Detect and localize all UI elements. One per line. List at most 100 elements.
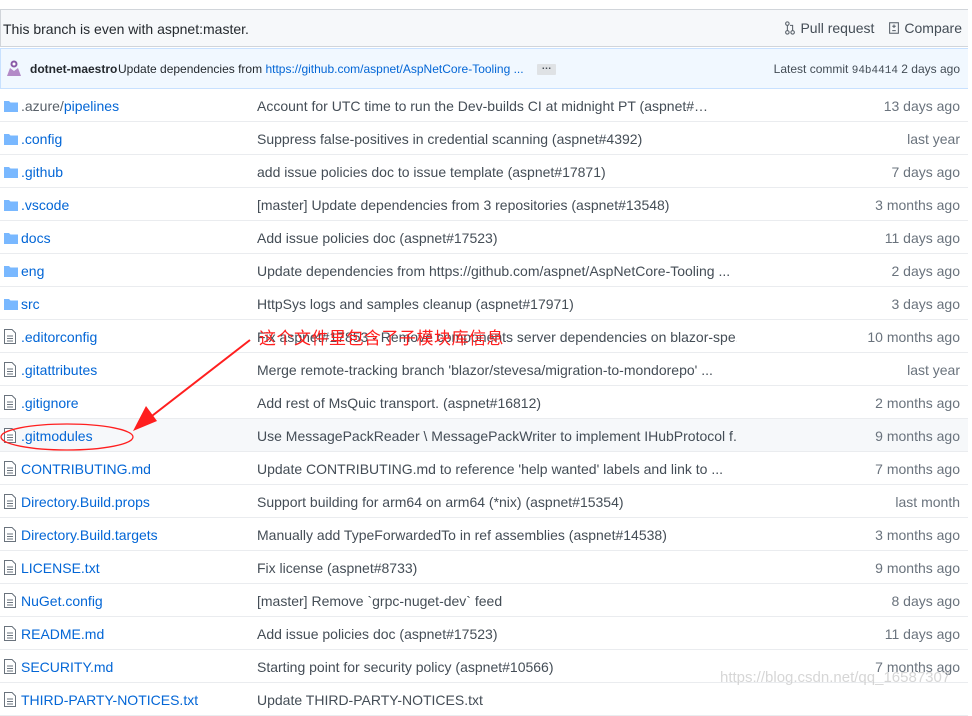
file-name-link[interactable]: README.md [21, 626, 104, 642]
file-name[interactable]: .gitmodules [21, 428, 93, 444]
file-name-link[interactable]: NuGet.config [21, 593, 103, 609]
file-name-link[interactable]: src [21, 296, 40, 312]
file-commit-message[interactable]: Use MessagePackReader \ MessagePackWrite… [257, 428, 737, 444]
file-row[interactable]: .gitmodules Use MessagePackReader \ Messa… [0, 419, 968, 452]
file-name-link[interactable]: .github [21, 164, 63, 180]
file-name-link[interactable]: .azure/pipelines [21, 98, 119, 114]
file-name-link[interactable]: THIRD-PARTY-NOTICES.txt [21, 692, 198, 708]
file-commit-message[interactable]: Suppress false-positives in credential s… [257, 131, 642, 147]
file-row[interactable]: .editorconfig Fix aspnet#17853 - Remove c… [0, 320, 968, 353]
file-row[interactable]: CONTRIBUTING.md Update CONTRIBUTING.md to… [0, 452, 968, 485]
folder-icon [4, 200, 18, 211]
file-name[interactable]: .vscode [21, 197, 69, 213]
file-commit-message[interactable]: Merge remote-tracking branch 'blazor/ste… [257, 362, 713, 378]
file-commit-message[interactable]: Support building for arm64 on arm64 (*ni… [257, 494, 624, 510]
latest-commit-bar: dotnet-maestro Update dependencies from … [0, 48, 968, 89]
file-row[interactable]: .vscode [master] Update dependencies from… [0, 188, 968, 221]
file-name-sub[interactable]: pipelines [64, 98, 119, 114]
file-commit-message[interactable]: [master] Update dependencies from 3 repo… [257, 197, 669, 213]
pull-request-button[interactable]: Pull request [784, 20, 874, 36]
file-name[interactable]: docs [21, 230, 51, 246]
file-name[interactable]: README.md [21, 626, 104, 642]
file-commit-age: 2 months ago [875, 395, 960, 411]
file-commit-message[interactable]: HttpSys logs and samples cleanup (aspnet… [257, 296, 574, 312]
git-pull-request-icon [785, 21, 796, 35]
file-row[interactable]: NuGet.config [master] Remove `grpc-nuget-… [0, 584, 968, 617]
file-row[interactable]: LICENSE.txt Fix license (aspnet#8733) 9 mo… [0, 551, 968, 584]
file-name-link[interactable]: Directory.Build.props [21, 494, 150, 510]
compare-label: Compare [904, 20, 962, 36]
file-name[interactable]: src [21, 296, 40, 312]
file-commit-message[interactable]: Update THIRD-PARTY-NOTICES.txt [257, 692, 483, 708]
file-name-link[interactable]: CONTRIBUTING.md [21, 461, 151, 477]
file-name-link[interactable]: .gitmodules [21, 428, 93, 444]
commit-message-link[interactable]: https://github.com/aspnet/AspNetCore-Too… [265, 62, 523, 76]
file-name[interactable]: .gitignore [21, 395, 79, 411]
file-name[interactable]: .github [21, 164, 63, 180]
file-row[interactable]: .github add issue policies doc to issue t… [0, 155, 968, 188]
file-commit-message[interactable]: Manually add TypeForwardedTo in ref asse… [257, 527, 667, 543]
expand-commit-button[interactable]: … [537, 62, 556, 75]
file-commit-message[interactable]: Update CONTRIBUTING.md to reference 'hel… [257, 461, 723, 477]
file-commit-message[interactable]: Add rest of MsQuic transport. (aspnet#16… [257, 395, 541, 411]
file-name[interactable]: THIRD-PARTY-NOTICES.txt [21, 692, 198, 708]
commit-author[interactable]: dotnet-maestro [30, 62, 117, 76]
folder-icon [4, 233, 18, 244]
file-name[interactable]: .azure/ [21, 98, 64, 114]
file-name[interactable]: .config [21, 131, 62, 147]
file-row[interactable]: src HttpSys logs and samples cleanup (asp… [0, 287, 968, 320]
file-name[interactable]: SECURITY.md [21, 659, 113, 675]
file-commit-age: 7 months ago [875, 659, 960, 675]
file-row[interactable]: Directory.Build.props Support building fo… [0, 485, 968, 518]
file-row[interactable]: README.md Add issue policies doc (aspnet#… [0, 617, 968, 650]
file-commit-message[interactable]: Add issue policies doc (aspnet#17523) [257, 626, 498, 642]
file-commit-message[interactable]: Fix license (aspnet#8733) [257, 560, 417, 576]
file-commit-message[interactable]: [master] Remove `grpc-nuget-dev` feed [257, 593, 502, 609]
file-row[interactable]: .gitignore Add rest of MsQuic transport. … [0, 386, 968, 419]
file-row[interactable]: Directory.Build.targets Manually add Type… [0, 518, 968, 551]
file-row[interactable]: docs Add issue policies doc (aspnet#17523… [0, 221, 968, 254]
file-row[interactable]: .azure/pipelines Account for UTC time to … [0, 89, 968, 122]
file-name-link[interactable]: .gitattributes [21, 362, 97, 378]
file-commit-age: 11 days ago [884, 230, 960, 246]
file-name[interactable]: Directory.Build.targets [21, 527, 158, 543]
commit-message: Update dependencies from https://github.… [118, 62, 524, 76]
file-row[interactable]: .config Suppress false-positives in crede… [0, 122, 968, 155]
latest-commit-info: Latest commit 94b4414 2 days ago [774, 62, 960, 77]
file-icon [4, 626, 16, 641]
file-name[interactable]: .gitattributes [21, 362, 97, 378]
avatar-icon[interactable] [5, 59, 23, 77]
file-name-link[interactable]: .vscode [21, 197, 69, 213]
file-name[interactable]: eng [21, 263, 44, 279]
file-commit-message[interactable]: Add issue policies doc (aspnet#17523) [257, 230, 498, 246]
commit-message-text: Update dependencies from [118, 62, 263, 76]
file-icon [4, 494, 16, 509]
file-name-link[interactable]: .editorconfig [21, 329, 97, 345]
commit-sha[interactable]: 94b4414 [852, 65, 898, 77]
file-commit-message[interactable]: add issue policies doc to issue template… [257, 164, 606, 180]
file-name[interactable]: Directory.Build.props [21, 494, 150, 510]
file-commit-message[interactable]: Starting point for security policy (aspn… [257, 659, 554, 675]
file-row[interactable]: .gitattributes Merge remote-tracking bran… [0, 353, 968, 386]
file-commit-message[interactable]: Account for UTC time to run the Dev-buil… [257, 98, 708, 114]
file-name-link[interactable]: LICENSE.txt [21, 560, 100, 576]
file-name-link[interactable]: .config [21, 131, 62, 147]
file-row[interactable]: SECURITY.md Starting point for security p… [0, 650, 968, 683]
file-name-link[interactable]: eng [21, 263, 44, 279]
file-row[interactable]: THIRD-PARTY-NOTICES.txt Update THIRD-PART… [0, 683, 968, 716]
compare-button[interactable]: Compare [888, 20, 962, 36]
branch-actions: Pull request Compare [784, 20, 962, 36]
file-name[interactable]: LICENSE.txt [21, 560, 100, 576]
pull-request-label: Pull request [800, 20, 875, 36]
file-name[interactable]: CONTRIBUTING.md [21, 461, 151, 477]
file-name-link[interactable]: SECURITY.md [21, 659, 113, 675]
file-commit-age: 7 months ago [875, 461, 960, 477]
file-row[interactable]: eng Update dependencies from https://gith… [0, 254, 968, 287]
file-name-link[interactable]: .gitignore [21, 395, 79, 411]
file-commit-message[interactable]: Fix aspnet#17853 - Remove components ser… [257, 329, 737, 345]
file-name-link[interactable]: docs [21, 230, 51, 246]
file-name-link[interactable]: Directory.Build.targets [21, 527, 158, 543]
file-name[interactable]: NuGet.config [21, 593, 103, 609]
file-commit-message[interactable]: Update dependencies from https://github.… [257, 263, 730, 279]
file-name[interactable]: .editorconfig [21, 329, 97, 345]
